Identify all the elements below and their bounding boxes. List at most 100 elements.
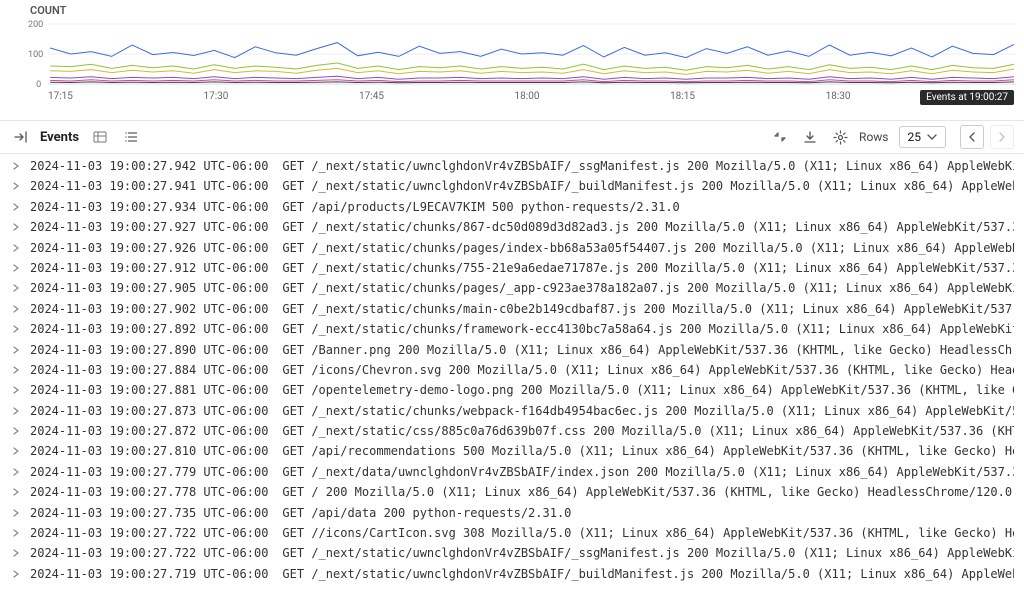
log-content: GET /api/products/L9ECAV7KIM 500 python-… [282,197,679,217]
log-timestamp: 2024-11-03 19:00:27.722 UTC-06:00 [30,523,268,543]
expand-row-icon[interactable] [10,299,22,319]
log-row[interactable]: 2024-11-03 19:00:27.722 UTC-06:00 GET /_n… [0,543,1024,563]
series-series-pink [50,80,1014,82]
expand-row-icon[interactable] [10,340,22,360]
collapse-icon[interactable] [769,126,791,148]
events-toolbar: Events Rows 25 [0,121,1024,154]
log-content: GET /api/recommendations 500 Mozilla/5.0… [282,441,1014,461]
log-content: GET /_next/static/chunks/webpack-f164db4… [282,401,1014,421]
log-content: GET /_next/data/uwnclghdonVr4vZBSbAIF/in… [282,462,1014,482]
expand-row-icon[interactable] [10,238,22,258]
log-row[interactable]: 2024-11-03 19:00:27.735 UTC-06:00GET /ap… [0,503,1024,523]
log-timestamp: 2024-11-03 19:00:27.927 UTC-06:00 [30,217,268,237]
log-timestamp: 2024-11-03 19:00:27.934 UTC-06:00 [30,197,268,217]
chevron-down-icon [927,132,937,142]
dock-right-icon[interactable] [10,126,32,148]
expand-row-icon[interactable] [10,441,22,461]
log-row[interactable]: 2024-11-03 19:00:27.884 UTC-06:00GET /ic… [0,360,1024,380]
log-timestamp: 2024-11-03 19:00:27.779 UTC-06:00 [30,462,268,482]
expand-row-icon[interactable] [10,503,22,523]
log-content: GET /Banner.png 200 Mozilla/5.0 (X11; Li… [282,340,1014,360]
log-content: GET /_next/static/chunks/755-21e9a6edae7… [282,258,1014,278]
log-content: GET /_next/static/uwnclghdonVr4vZBSbAIF/… [282,156,1014,176]
log-row[interactable]: 2024-11-03 19:00:27.779 UTC-06:00 GET /_n… [0,462,1024,482]
log-row[interactable]: 2024-11-03 19:00:27.890 UTC-06:00 GET /Ba… [0,340,1024,360]
log-row[interactable]: 2024-11-03 19:00:27.902 UTC-06:00GET /_n… [0,299,1024,319]
log-row[interactable]: 2024-11-03 19:00:27.905 UTC-06:00GET /_n… [0,278,1024,298]
expand-row-icon[interactable] [10,258,22,278]
log-row[interactable]: 2024-11-03 19:00:27.926 UTC-06:00GET /_n… [0,238,1024,258]
log-row[interactable]: 2024-11-03 19:00:27.872 UTC-06:00 GET /_n… [0,421,1024,441]
chart-series [50,43,1014,83]
xtick: 18:15 [670,91,695,102]
log-row[interactable]: 2024-11-03 19:00:27.927 UTC-06:00GET /_n… [0,217,1024,237]
log-row[interactable]: 2024-11-03 19:00:27.719 UTC-06:00GET /_n… [0,564,1024,584]
log-content: GET /_next/static/chunks/pages/_app-c923… [282,278,1014,298]
log-row[interactable]: 2024-11-03 19:00:27.778 UTC-06:00 GET / 2… [0,482,1024,502]
log-row[interactable]: 2024-11-03 19:00:27.942 UTC-06:00 GET /_n… [0,156,1024,176]
chevron-right-icon [997,132,1007,142]
xtick: 18:00 [515,91,540,102]
xtick: 17:15 [48,91,73,102]
log-row[interactable]: 2024-11-03 19:00:27.722 UTC-06:00GET //i… [0,523,1024,543]
log-content: GET /_next/static/chunks/framework-ecc41… [282,319,1014,339]
log-content: GET / 200 Mozilla/5.0 (X11; Linux x86_64… [282,482,1014,502]
list-view-icon[interactable] [121,126,143,148]
prev-page-button[interactable] [960,125,984,149]
rows-value: 25 [908,130,922,144]
log-timestamp: 2024-11-03 19:00:27.810 UTC-06:00 [30,441,268,461]
chart-xaxis: 17:1517:3017:4518:0018:1518:3018:45 [48,91,1006,102]
expand-row-icon[interactable] [10,421,22,441]
expand-row-icon[interactable] [10,380,22,400]
log-timestamp: 2024-11-03 19:00:27.890 UTC-06:00 [30,340,268,360]
download-icon[interactable] [799,126,821,148]
log-row[interactable]: 2024-11-03 19:00:27.810 UTC-06:00 GET /ap… [0,441,1024,461]
chevron-left-icon [967,132,977,142]
log-timestamp: 2024-11-03 19:00:27.884 UTC-06:00 [30,360,268,380]
expand-row-icon[interactable] [10,523,22,543]
next-page-button[interactable] [990,125,1014,149]
xtick: 17:45 [359,91,384,102]
log-content: GET /_next/static/css/885c0a76d639b07f.c… [282,421,1014,441]
expand-row-icon[interactable] [10,462,22,482]
gear-icon[interactable] [829,126,851,148]
expand-row-icon[interactable] [10,564,22,584]
expand-row-icon[interactable] [10,217,22,237]
log-content: GET /_next/static/uwnclghdonVr4vZBSbAIF/… [282,176,1014,196]
ytick-0: 0 [36,80,41,89]
expand-row-icon[interactable] [10,360,22,380]
log-timestamp: 2024-11-03 19:00:27.778 UTC-06:00 [30,482,268,502]
log-row[interactable]: 2024-11-03 19:00:27.881 UTC-06:00GET /op… [0,380,1024,400]
log-row[interactable]: 2024-11-03 19:00:27.941 UTC-06:00GET /_n… [0,176,1024,196]
log-timestamp: 2024-11-03 19:00:27.872 UTC-06:00 [30,421,268,441]
series-series-purple [50,76,1014,79]
log-content: GET /_next/static/uwnclghdonVr4vZBSbAIF/… [282,543,1014,563]
expand-row-icon[interactable] [10,278,22,298]
ytick-200: 200 [28,20,43,30]
log-row[interactable]: 2024-11-03 19:00:27.934 UTC-06:00 GET /ap… [0,197,1024,217]
expand-row-icon[interactable] [10,401,22,421]
log-timestamp: 2024-11-03 19:00:27.892 UTC-06:00 [30,319,268,339]
pager [960,125,1014,149]
chart-area: 200 100 0 Events at 19:00:27 [28,19,1016,89]
expand-row-icon[interactable] [10,156,22,176]
ytick-100: 100 [28,50,43,60]
log-timestamp: 2024-11-03 19:00:27.722 UTC-06:00 [30,543,268,563]
rows-select[interactable]: 25 [899,126,947,148]
expand-row-icon[interactable] [10,482,22,502]
chart-svg[interactable]: 200 100 0 [28,19,1016,89]
log-content: GET /_next/static/uwnclghdonVr4vZBSbAIF/… [282,564,1014,584]
expand-row-icon[interactable] [10,176,22,196]
chart-tooltip: Events at 19:00:27 [920,90,1014,105]
expand-row-icon[interactable] [10,319,22,339]
series-series-blue [50,43,1014,58]
expand-row-icon[interactable] [10,197,22,217]
expand-row-icon[interactable] [10,543,22,563]
xtick: 18:30 [826,91,851,102]
log-row[interactable]: 2024-11-03 19:00:27.912 UTC-06:00GET /_n… [0,258,1024,278]
log-timestamp: 2024-11-03 19:00:27.942 UTC-06:00 [30,156,268,176]
table-view-icon[interactable] [89,126,111,148]
log-row[interactable]: 2024-11-03 19:00:27.892 UTC-06:00 GET /_n… [0,319,1024,339]
rows-label: Rows [859,130,888,144]
log-row[interactable]: 2024-11-03 19:00:27.873 UTC-06:00GET /_n… [0,401,1024,421]
